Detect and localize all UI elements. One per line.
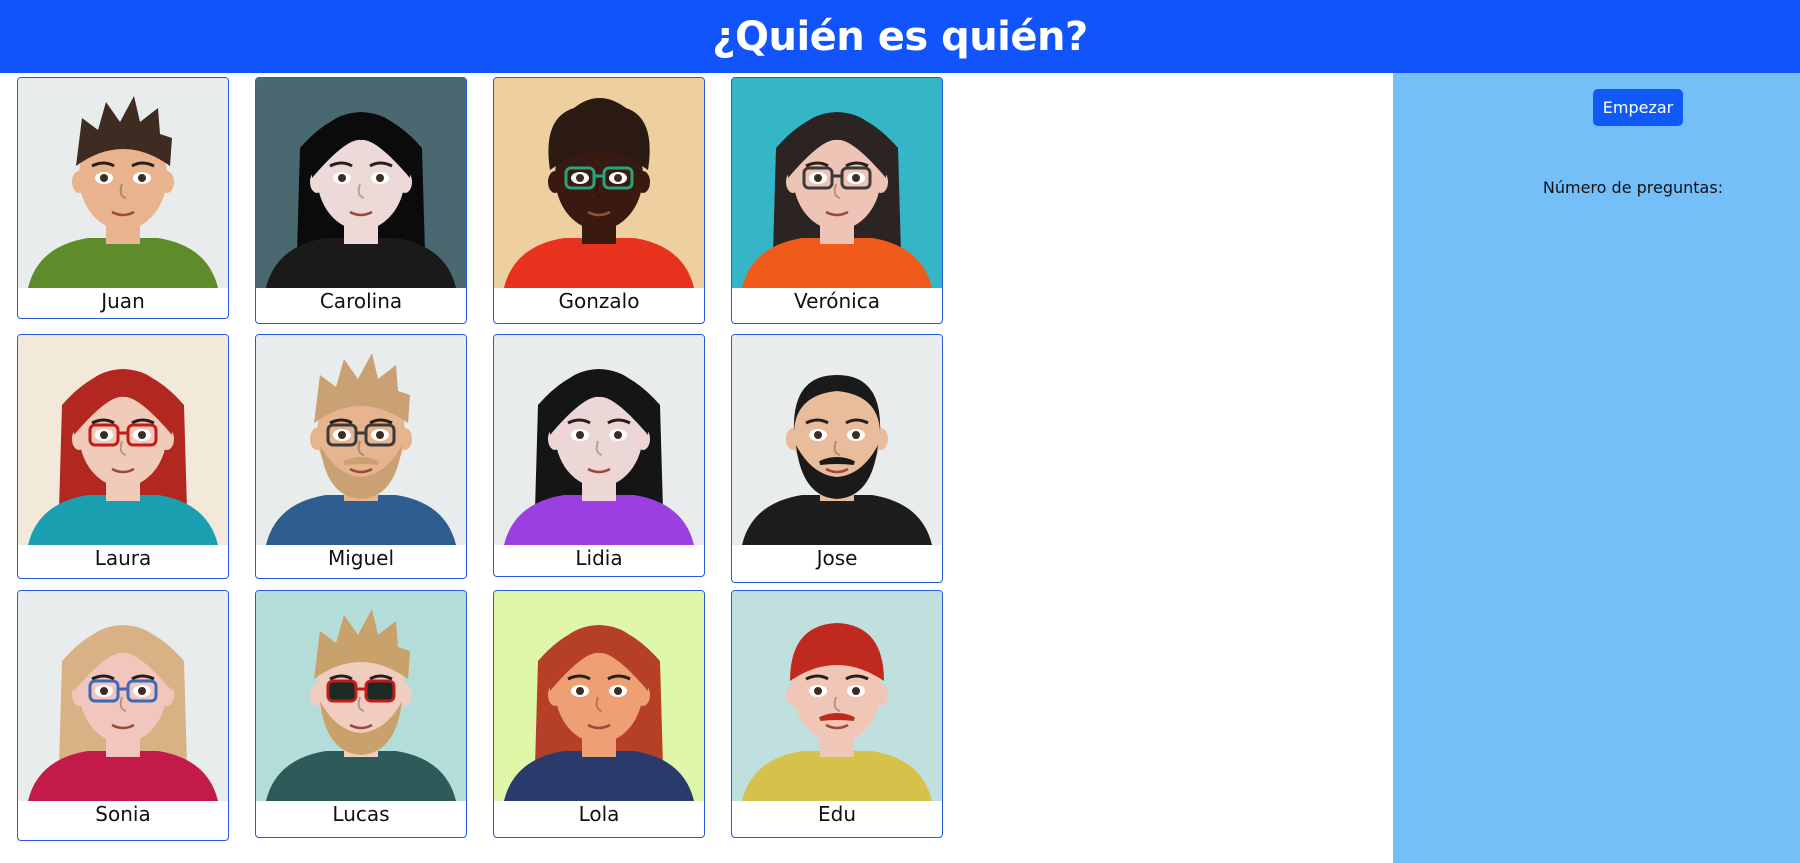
character-portrait[interactable] <box>494 78 704 288</box>
character-board: Juan Carolina Gonzalo Verónica Laura Miguel Li… <box>17 77 947 847</box>
character-card[interactable]: Lucas <box>255 590 467 838</box>
character-card[interactable]: Verónica <box>731 77 943 324</box>
page-title: ¿Quién es quién? <box>712 13 1088 60</box>
character-card[interactable]: Laura <box>17 334 229 579</box>
character-portrait[interactable] <box>732 335 942 545</box>
character-card[interactable]: Gonzalo <box>493 77 705 324</box>
character-name: Sonia <box>95 802 151 826</box>
character-name: Edu <box>817 802 856 826</box>
character-portrait[interactable] <box>18 78 228 288</box>
character-portrait[interactable] <box>732 591 942 801</box>
character-card[interactable]: Sonia <box>17 590 229 841</box>
character-portrait[interactable] <box>732 78 942 288</box>
start-button[interactable]: Empezar <box>1593 89 1683 126</box>
character-portrait[interactable] <box>256 335 466 545</box>
sidebar: Empezar Número de preguntas: <box>1393 73 1800 863</box>
character-name: Lidia <box>575 546 623 570</box>
character-portrait[interactable] <box>18 335 228 545</box>
character-name: Laura <box>94 546 152 570</box>
character-name: Carolina <box>319 289 403 313</box>
character-name: Verónica <box>794 289 880 313</box>
character-portrait[interactable] <box>256 78 466 288</box>
character-name: Juan <box>101 289 145 313</box>
character-card[interactable]: Miguel <box>255 334 467 579</box>
character-card[interactable]: Juan <box>17 77 229 319</box>
character-name: Gonzalo <box>558 289 640 313</box>
character-name: Lola <box>578 802 620 826</box>
title-bar: ¿Quién es quién? <box>0 0 1800 73</box>
character-card[interactable]: Carolina <box>255 77 467 324</box>
question-count-label: Número de preguntas: <box>1542 178 1724 197</box>
character-name: Jose <box>816 546 858 570</box>
character-portrait[interactable] <box>18 591 228 801</box>
character-name: Miguel <box>327 546 395 570</box>
character-card[interactable]: Lola <box>493 590 705 838</box>
character-card[interactable]: Edu <box>731 590 943 838</box>
character-portrait[interactable] <box>494 591 704 801</box>
character-card[interactable]: Jose <box>731 334 943 583</box>
character-portrait[interactable] <box>256 591 466 801</box>
character-portrait[interactable] <box>494 335 704 545</box>
character-card[interactable]: Lidia <box>493 334 705 577</box>
character-name: Lucas <box>332 802 390 826</box>
